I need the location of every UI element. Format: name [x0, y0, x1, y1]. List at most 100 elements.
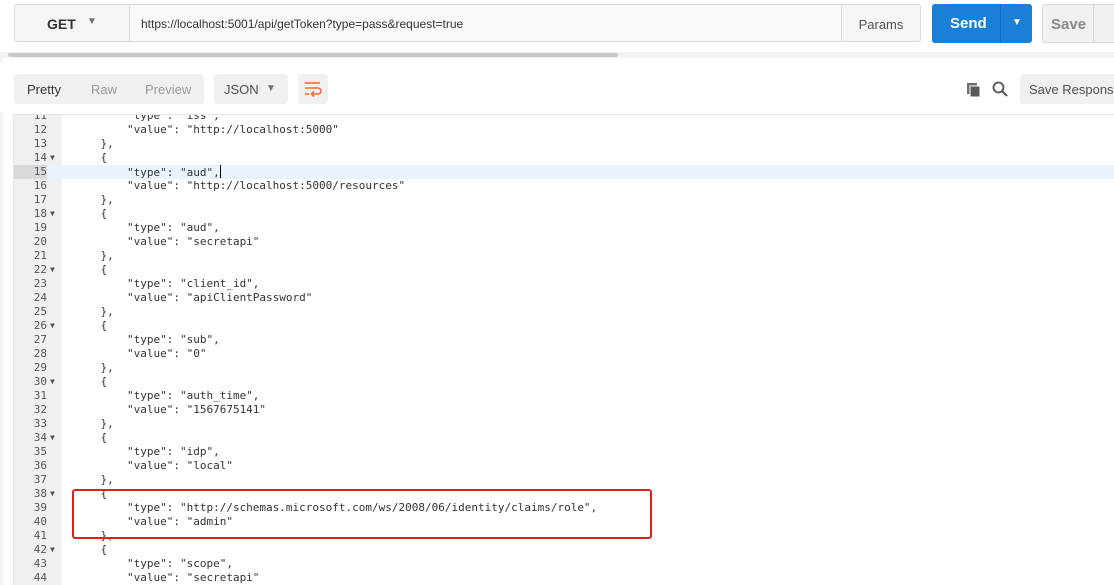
fold-toggle-icon[interactable]: ▼	[50, 543, 55, 557]
code-line[interactable]: 21 },	[14, 249, 1114, 263]
tab-pretty[interactable]: Pretty	[27, 82, 61, 97]
code-line[interactable]: 25 },	[14, 305, 1114, 319]
code-text: "type": "auth_time",	[74, 389, 260, 402]
code-line[interactable]: 13 },	[14, 137, 1114, 151]
annotation-highlight-box	[72, 489, 652, 539]
line-number: 11	[33, 114, 47, 122]
code-text: },	[74, 473, 114, 486]
code-line[interactable]: 16 "value": "http://localhost:5000/resou…	[14, 179, 1114, 193]
chevron-down-icon: ▼	[266, 83, 276, 94]
line-number: 34	[33, 431, 47, 444]
save-label: Save	[1051, 16, 1087, 33]
line-number: 39	[33, 501, 47, 514]
code-line[interactable]: 35 "type": "idp",	[14, 445, 1114, 459]
code-line[interactable]: 30 ▼ {	[14, 375, 1114, 389]
code-text: },	[74, 137, 114, 150]
format-select[interactable]: JSON ▼	[214, 74, 288, 104]
code-line[interactable]: 34 ▼ {	[14, 431, 1114, 445]
code-line[interactable]: 18 ▼ {	[14, 207, 1114, 221]
line-number: 42	[33, 543, 47, 556]
code-text: "type": "client_id",	[74, 277, 260, 290]
code-text: "type": "aud",	[74, 221, 220, 234]
code-line[interactable]: 36 "value": "local"	[14, 459, 1114, 473]
wrap-lines-icon	[305, 82, 322, 97]
fold-toggle-icon[interactable]: ▼	[50, 207, 55, 221]
line-number: 43	[33, 557, 47, 570]
line-number: 28	[33, 347, 47, 360]
fold-toggle-icon[interactable]: ▼	[50, 375, 55, 389]
line-number: 13	[33, 137, 47, 150]
fold-toggle-icon[interactable]: ▼	[50, 487, 55, 501]
code-line[interactable]: 37 },	[14, 473, 1114, 487]
code-line[interactable]: 17 },	[14, 193, 1114, 207]
scrollbar-thumb[interactable]	[8, 53, 618, 57]
line-number: 14	[33, 151, 47, 164]
response-toolbar: Pretty Raw Preview JSON ▼	[0, 62, 1114, 112]
save-response-label: Save Response	[1029, 82, 1114, 97]
code-line[interactable]: 19 "type": "aud",	[14, 221, 1114, 235]
code-line[interactable]: 28 "value": "0"	[14, 347, 1114, 361]
line-number: 23	[33, 277, 47, 290]
send-divider	[1000, 4, 1001, 43]
save-divider	[1093, 5, 1094, 42]
code-text: "value": "local"	[74, 459, 233, 472]
code-line[interactable]: 32 "value": "1567675141"	[14, 403, 1114, 417]
copy-icon[interactable]	[966, 82, 982, 98]
fold-toggle-icon[interactable]: ▼	[50, 319, 55, 333]
code-text: },	[74, 249, 114, 262]
code-text: {	[74, 151, 108, 164]
horizontal-scrollbar[interactable]	[0, 52, 1114, 58]
chevron-down-icon: ▼	[87, 16, 97, 27]
code-text: {	[74, 375, 108, 388]
code-line[interactable]: 15 "type": "aud",	[14, 165, 1114, 179]
code-text: {	[74, 319, 108, 332]
code-line[interactable]: 11 "type": "iss",	[14, 114, 1114, 123]
tab-raw[interactable]: Raw	[91, 82, 117, 97]
url-input[interactable]: https://localhost:5001/api/getToken?type…	[130, 4, 842, 42]
fold-toggle-icon[interactable]: ▼	[50, 431, 55, 445]
format-label: JSON	[224, 82, 259, 97]
line-number: 31	[33, 389, 47, 402]
line-number: 36	[33, 459, 47, 472]
request-bar: GET ▼ https://localhost:5001/api/getToke…	[0, 0, 1114, 52]
code-text: {	[74, 543, 108, 556]
code-text: {	[74, 263, 108, 276]
line-number: 24	[33, 291, 47, 304]
save-button[interactable]: Save	[1042, 4, 1114, 43]
code-line[interactable]: 43 "type": "scope",	[14, 557, 1114, 571]
line-number: 22	[33, 263, 47, 276]
code-line[interactable]: 26 ▼ {	[14, 319, 1114, 333]
save-response-button[interactable]: Save Response	[1020, 74, 1114, 104]
view-mode-tabs: Pretty Raw Preview	[14, 74, 204, 104]
code-line[interactable]: 20 "value": "secretapi"	[14, 235, 1114, 249]
code-line[interactable]: 27 "type": "sub",	[14, 333, 1114, 347]
line-number: 27	[33, 333, 47, 346]
line-number: 37	[33, 473, 47, 486]
send-button[interactable]: Send ▼	[932, 4, 1032, 43]
code-line[interactable]: 23 "type": "client_id",	[14, 277, 1114, 291]
chevron-down-icon[interactable]: ▼	[1012, 17, 1022, 28]
code-line[interactable]: 14 ▼ {	[14, 151, 1114, 165]
tab-preview[interactable]: Preview	[145, 82, 191, 97]
search-icon[interactable]	[992, 81, 1008, 97]
code-line[interactable]: 22 ▼ {	[14, 263, 1114, 277]
code-line[interactable]: 44 "value": "secretapi"	[14, 571, 1114, 585]
wrap-lines-button[interactable]	[298, 74, 328, 104]
params-button[interactable]: Params	[842, 4, 921, 42]
code-text: "value": "http://localhost:5000/resource…	[74, 179, 406, 192]
code-line[interactable]: 24 "value": "apiClientPassword"	[14, 291, 1114, 305]
line-number: 38	[33, 487, 47, 500]
fold-toggle-icon[interactable]: ▼	[50, 263, 55, 277]
method-select[interactable]: GET ▼	[14, 4, 130, 42]
code-line[interactable]: 12 "value": "http://localhost:5000"	[14, 123, 1114, 137]
code-line[interactable]: 42 ▼ {	[14, 543, 1114, 557]
code-line[interactable]: 33 },	[14, 417, 1114, 431]
method-label: GET	[47, 16, 76, 32]
code-line[interactable]: 29 },	[14, 361, 1114, 375]
fold-toggle-icon[interactable]: ▼	[50, 151, 55, 165]
code-text: "type": "iss",	[74, 114, 220, 122]
code-line[interactable]: 31 "type": "auth_time",	[14, 389, 1114, 403]
code-text: {	[74, 207, 108, 220]
code-text: },	[74, 305, 114, 318]
line-number: 26	[33, 319, 47, 332]
